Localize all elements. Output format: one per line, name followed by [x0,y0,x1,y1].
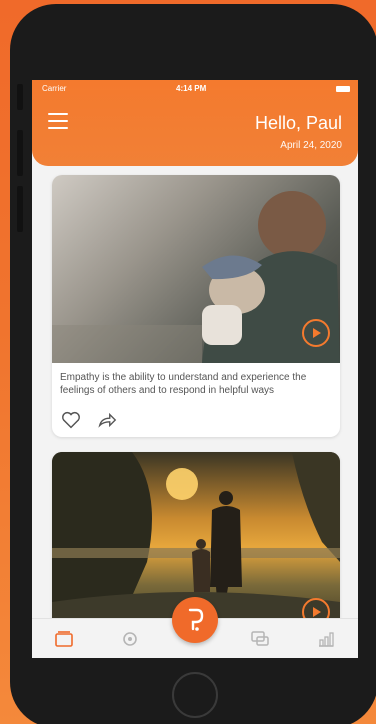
heart-icon[interactable] [60,409,82,431]
share-icon[interactable] [96,409,118,431]
menu-icon [48,113,68,115]
mute-switch [17,84,23,110]
play-button[interactable] [302,319,330,347]
feed-card[interactable]: Empathy is the ability to understand and… [52,175,340,437]
app-screen: Carrier 4:14 PM Hello, Paul April 24, 20… [32,80,358,658]
home-button[interactable] [172,672,218,718]
tab-chat[interactable] [250,629,270,649]
tab-stats[interactable] [316,629,336,649]
menu-button[interactable] [48,113,68,129]
home-icon [55,631,73,647]
chart-icon [319,632,334,647]
card-caption: Empathy is the ability to understand and… [60,372,307,396]
tab-settings[interactable] [120,629,140,649]
card-photo[interactable] [52,175,340,363]
carrier-label: Carrier [42,84,67,93]
card-actions [60,409,128,431]
father-child-photo [52,191,340,363]
status-time: 4:14 PM [176,84,207,93]
compose-icon [188,608,204,631]
volume-up-button [17,130,23,176]
app-header: Carrier 4:14 PM Hello, Paul April 24, 20… [32,80,358,166]
volume-down-button [17,186,23,232]
greeting-text: Hello, Paul [254,113,342,133]
play-icon [313,328,321,338]
tab-home[interactable] [54,629,74,649]
tab-bar [32,597,358,658]
header-date: April 24, 2020 [280,140,342,151]
compose-button[interactable] [172,597,218,643]
chat-icon [251,631,269,646]
gear-icon [123,632,137,646]
battery-icon [336,86,350,92]
status-bar: Carrier 4:14 PM [32,83,358,97]
play-icon [313,607,321,617]
